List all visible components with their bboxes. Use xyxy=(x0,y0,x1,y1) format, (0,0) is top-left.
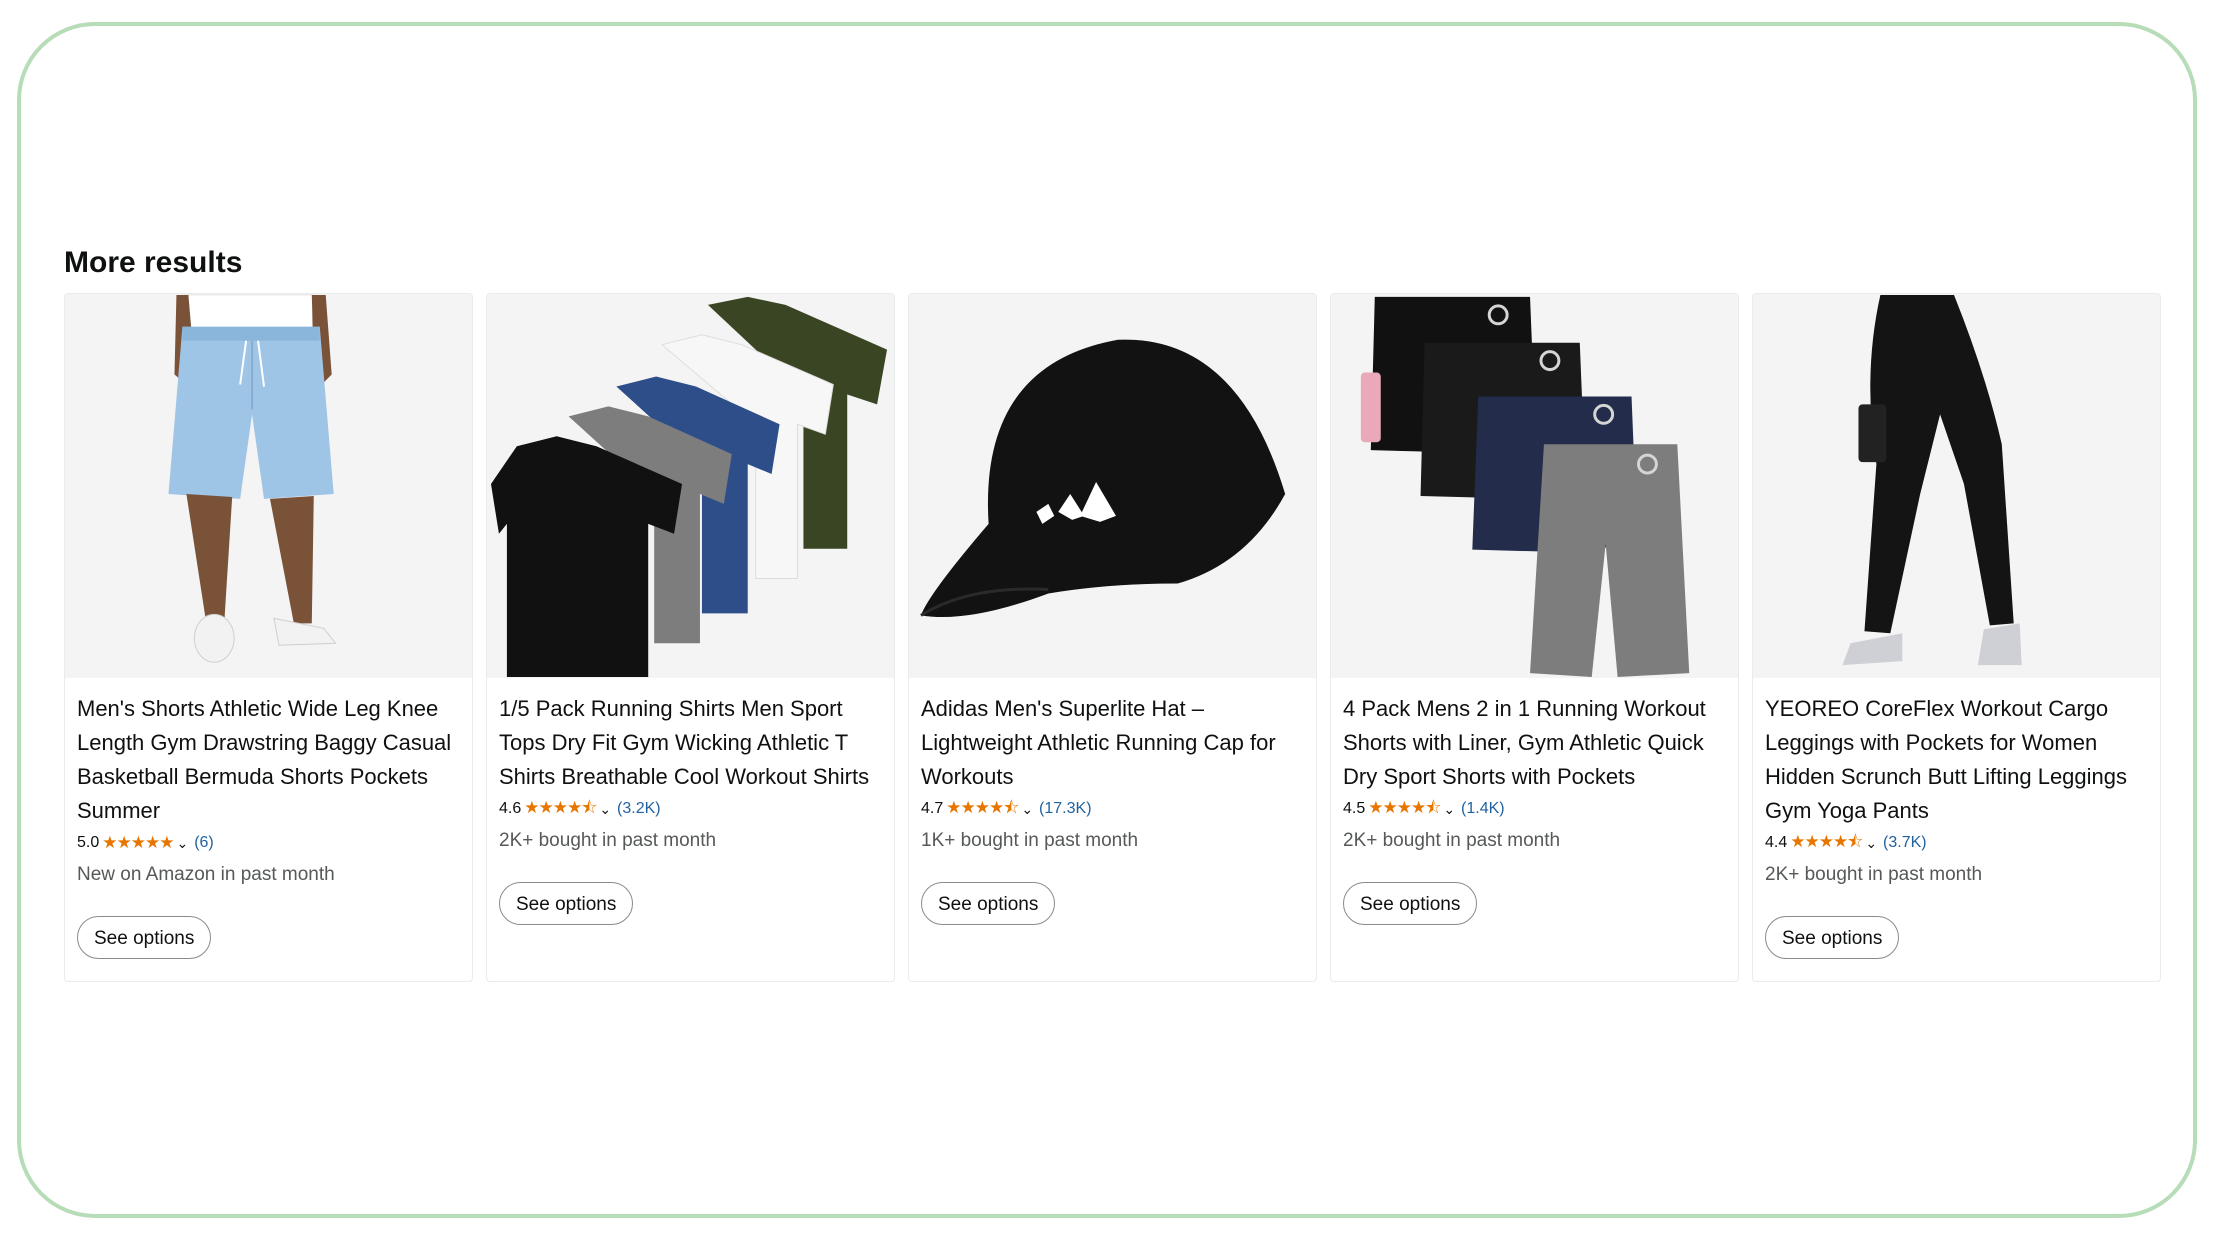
rating-row: 5.0 ★★★★★ ⌄ (6) xyxy=(77,831,460,855)
product-title[interactable]: 1/5 Pack Running Shirts Men Sport Tops D… xyxy=(499,692,882,794)
rating-value: 5.0 xyxy=(77,834,100,851)
review-count-link[interactable]: (3.2K) xyxy=(617,800,661,818)
rating-row: 4.4 ★★★★⯪ ⌄ (3.7K) xyxy=(1765,831,2148,855)
chevron-down-icon[interactable]: ⌄ xyxy=(599,801,611,818)
rating-value: 4.4 xyxy=(1765,834,1788,851)
see-options-button[interactable]: See options xyxy=(1765,916,1900,959)
product-carousel: Men's Shorts Athletic Wide Leg Knee Leng… xyxy=(64,293,2161,982)
product-title[interactable]: 4 Pack Mens 2 in 1 Running Workout Short… xyxy=(1343,692,1726,794)
chevron-down-icon[interactable]: ⌄ xyxy=(176,835,188,852)
black-cap-image[interactable] xyxy=(909,294,1316,678)
product-card[interactable]: 4 Pack Mens 2 in 1 Running Workout Short… xyxy=(1330,293,1739,982)
product-title[interactable]: Men's Shorts Athletic Wide Leg Knee Leng… xyxy=(77,692,460,828)
rating-row: 4.5 ★★★★⯪ ⌄ (1.4K) xyxy=(1343,797,1726,821)
review-count-link[interactable]: (1.4K) xyxy=(1461,800,1505,818)
review-count-link[interactable]: (6) xyxy=(194,834,214,852)
product-card[interactable]: YEOREO CoreFlex Workout Cargo Leggings w… xyxy=(1752,293,2161,982)
see-options-button[interactable]: See options xyxy=(1343,882,1478,925)
star-rating-icon[interactable]: ★★★★⯪ xyxy=(1790,829,1863,858)
see-options-button[interactable]: See options xyxy=(499,882,634,925)
rating-row: 4.7 ★★★★⯪ ⌄ (17.3K) xyxy=(921,797,1304,821)
chevron-down-icon[interactable]: ⌄ xyxy=(1443,801,1455,818)
rating-value: 4.7 xyxy=(921,800,944,817)
rating-value: 4.5 xyxy=(1343,800,1366,817)
star-rating-icon[interactable]: ★★★★⯪ xyxy=(1368,795,1441,824)
see-options-button[interactable]: See options xyxy=(77,916,212,959)
purchase-stat: 1K+ bought in past month xyxy=(921,830,1139,851)
rating-row: 4.6 ★★★★⯪ ⌄ (3.2K) xyxy=(499,797,882,821)
see-options-button[interactable]: See options xyxy=(921,882,1056,925)
rating-value: 4.6 xyxy=(499,800,522,817)
product-title[interactable]: YEOREO CoreFlex Workout Cargo Leggings w… xyxy=(1765,692,2148,828)
black-leggings-image[interactable] xyxy=(1753,294,2160,678)
purchase-stat: 2K+ bought in past month xyxy=(499,830,717,851)
four-shorts-image[interactable] xyxy=(1331,294,1738,678)
light-blue-shorts-image[interactable] xyxy=(65,294,472,678)
review-count-link[interactable]: (3.7K) xyxy=(1883,834,1927,852)
product-card[interactable]: 1/5 Pack Running Shirts Men Sport Tops D… xyxy=(486,293,895,982)
star-rating-icon[interactable]: ★★★★★ xyxy=(102,833,174,853)
five-tshirts-image[interactable] xyxy=(487,294,894,678)
product-card[interactable]: Adidas Men's Superlite Hat – Lightweight… xyxy=(908,293,1317,982)
product-card[interactable]: Men's Shorts Athletic Wide Leg Knee Leng… xyxy=(64,293,473,982)
section-title: More results xyxy=(64,246,243,279)
product-title[interactable]: Adidas Men's Superlite Hat – Lightweight… xyxy=(921,692,1304,794)
star-rating-icon[interactable]: ★★★★⯪ xyxy=(524,795,597,824)
chevron-down-icon[interactable]: ⌄ xyxy=(1021,801,1033,818)
purchase-stat: 2K+ bought in past month xyxy=(1343,830,1561,851)
purchase-stat: New on Amazon in past month xyxy=(77,864,335,885)
chevron-down-icon[interactable]: ⌄ xyxy=(1865,835,1877,852)
purchase-stat: 2K+ bought in past month xyxy=(1765,864,1983,885)
star-rating-icon[interactable]: ★★★★⯪ xyxy=(946,795,1019,824)
review-count-link[interactable]: (17.3K) xyxy=(1039,800,1091,818)
